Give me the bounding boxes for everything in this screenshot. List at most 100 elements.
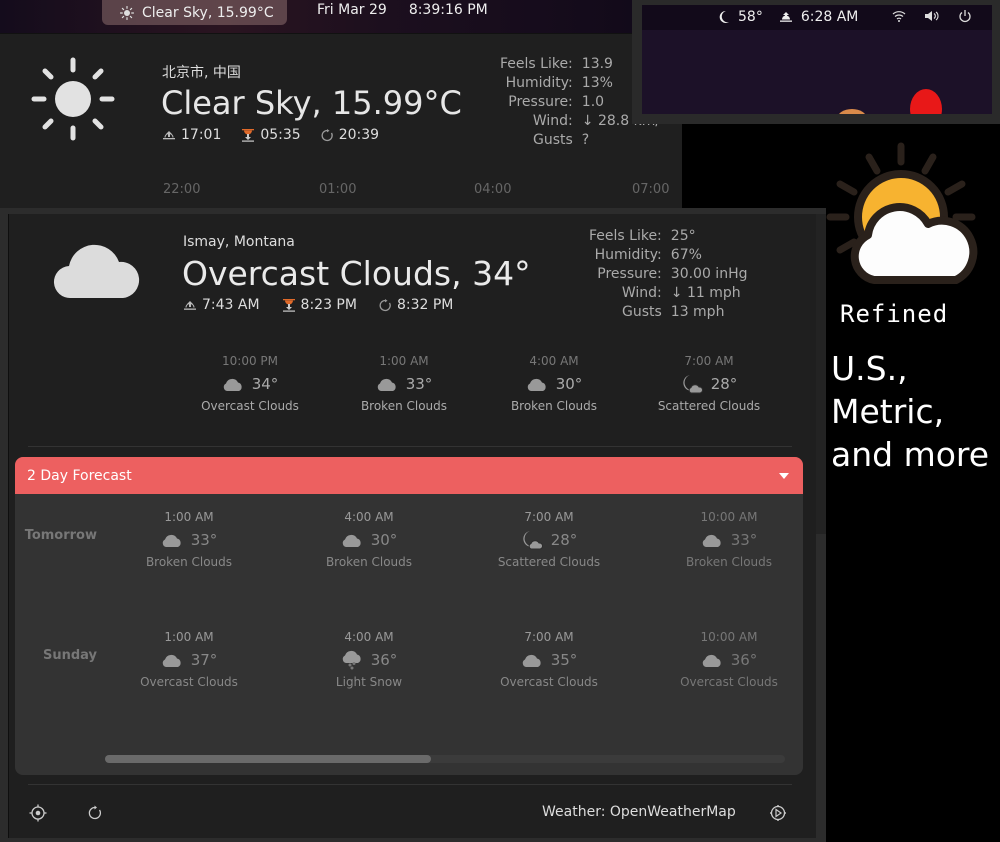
slot-time: 1:00 AM bbox=[164, 510, 214, 524]
slot-time: 7:00 AM bbox=[524, 510, 574, 524]
detail-label: Feels Like: bbox=[500, 56, 573, 72]
snow-cloud-icon bbox=[341, 650, 363, 670]
hourly-temp: 34° bbox=[251, 375, 279, 393]
slot-temp: 30° bbox=[370, 531, 398, 549]
cloud-icon bbox=[341, 532, 363, 548]
power-icon bbox=[959, 10, 971, 23]
top-panel: Clear Sky, 15.99°C Fri Mar 29 8:39:16 PM bbox=[0, 0, 640, 33]
detail-value: 13 mph bbox=[670, 304, 725, 320]
desktop-thumbnail: 58° 6:28 AM bbox=[632, 0, 1000, 124]
detail-value: 67% bbox=[670, 247, 702, 263]
moon-icon bbox=[719, 10, 729, 23]
panel-weather-indicator[interactable]: Clear Sky, 15.99°C bbox=[102, 0, 287, 25]
current-condition: Overcast Clouds, 34° bbox=[182, 254, 531, 293]
sunrise-time: 17:01 bbox=[181, 127, 222, 143]
forecast-slot: 4:00 AM 36° Light Snow bbox=[294, 630, 444, 689]
forecast-title: 2 Day Forecast bbox=[27, 467, 132, 484]
refresh-time-icon bbox=[379, 298, 391, 311]
detail-value: ↓ 11 mph bbox=[670, 285, 741, 301]
slot-temp: 33° bbox=[190, 531, 218, 549]
detail-label: Humidity: bbox=[505, 75, 573, 91]
hourly-time: 10:00 PM bbox=[222, 354, 278, 368]
refresh-icon[interactable] bbox=[86, 804, 104, 822]
slot-temp: 28° bbox=[550, 531, 578, 549]
hourly-desc: Broken Clouds bbox=[510, 399, 598, 413]
slot-time: 4:00 AM bbox=[344, 630, 394, 644]
overcast-clouds-icon bbox=[53, 244, 140, 299]
scrollbar-thumb[interactable] bbox=[105, 755, 432, 763]
sun-times-row: 7:43 AM 8:23 PM 8:32 PM bbox=[183, 297, 453, 313]
hourly-time: 4:00 AM bbox=[529, 354, 579, 368]
thumbnail-panel: 58° 6:28 AM bbox=[642, 5, 992, 30]
slot-desc: Broken Clouds bbox=[325, 555, 413, 569]
forecast-day-name: Tomorrow bbox=[24, 528, 97, 543]
hourly-item: 4:00 AM 30° Broken Clouds bbox=[489, 354, 619, 413]
slot-desc: Scattered Clouds bbox=[497, 555, 601, 569]
hour-label: 04:00 bbox=[474, 182, 512, 197]
forecast-slot: 7:00 AM 35° Overcast Clouds bbox=[474, 630, 624, 689]
locate-icon[interactable] bbox=[29, 804, 47, 822]
slot-time: 7:00 AM bbox=[524, 630, 574, 644]
cloud-icon bbox=[161, 532, 183, 548]
location-label: Ismay, Montana bbox=[183, 234, 295, 250]
sunset-time: 8:23 PM bbox=[300, 297, 357, 313]
thumbnail-temp: 58° bbox=[738, 9, 763, 25]
hourly-item: 10:00 PM 34° Overcast Clouds bbox=[185, 354, 315, 413]
cloud-icon bbox=[521, 652, 543, 668]
slot-temp: 33° bbox=[730, 531, 758, 549]
thumbnail-screen: 58° 6:28 AM bbox=[642, 5, 992, 114]
clear-sky-icon bbox=[31, 57, 115, 141]
forecast-day-row: Sunday 1:00 AM 37° Overcast Clouds 4:00 … bbox=[15, 630, 803, 700]
detail-label: Wind: bbox=[621, 285, 662, 301]
hour-label: 01:00 bbox=[319, 182, 357, 197]
detail-label: Pressure: bbox=[597, 266, 662, 282]
hourly-forecast: 10:00 PM 34° Overcast Clouds 1:00 AM 33°… bbox=[185, 354, 805, 424]
forecast-day-row: Tomorrow 1:00 AM 33° Broken Clouds 4:00 … bbox=[15, 510, 803, 580]
promo-title: Refined bbox=[840, 300, 949, 328]
volume-icon bbox=[925, 11, 939, 21]
forecast-section: 2 Day Forecast Tomorrow 1:00 AM 33° Brok… bbox=[15, 457, 803, 775]
chevron-down-icon[interactable] bbox=[779, 473, 789, 479]
sunrise-icon bbox=[184, 301, 196, 310]
thumbnail-sunrise: 6:28 AM bbox=[800, 9, 859, 25]
detail-label: Pressure: bbox=[508, 94, 573, 110]
detail-label: Gusts bbox=[532, 132, 573, 148]
thumbnail-status-icons bbox=[892, 9, 972, 23]
thumbnail-weather: 58° 6:28 AM bbox=[718, 9, 858, 25]
detail-label: Wind: bbox=[532, 113, 573, 129]
wallpaper-light-red bbox=[910, 89, 942, 114]
weather-popup: Ismay, Montana Overcast Clouds, 34° 7:43… bbox=[0, 208, 826, 842]
divider bbox=[28, 446, 792, 447]
hourly-item: 7:00 AM 28° Scattered Clouds bbox=[644, 354, 774, 413]
hourly-temp: 33° bbox=[405, 375, 433, 393]
forecast-slot: 1:00 AM 37° Overcast Clouds bbox=[114, 630, 264, 689]
slot-temp: 37° bbox=[190, 651, 218, 669]
sunrise-icon bbox=[779, 12, 792, 22]
slot-desc: Overcast Clouds bbox=[500, 675, 598, 689]
wifi-icon bbox=[892, 11, 906, 22]
forecast-horizontal-scrollbar[interactable] bbox=[105, 755, 785, 763]
slot-time: 10:00 AM bbox=[700, 630, 758, 644]
detail-value: 30.00 inHg bbox=[670, 266, 748, 282]
cloud-icon bbox=[701, 532, 723, 548]
forecast-slot: 10:00 AM 36° Overcast Clouds bbox=[654, 630, 803, 689]
forecast-slot: 7:00 AM 28° Scattered Clouds bbox=[474, 510, 624, 569]
forecast-header[interactable]: 2 Day Forecast bbox=[15, 457, 803, 494]
slot-temp: 36° bbox=[370, 651, 398, 669]
hour-label: 22:00 bbox=[163, 182, 201, 197]
clock-time: 8:39:16 PM bbox=[408, 2, 488, 18]
slot-desc: Overcast Clouds bbox=[680, 675, 778, 689]
promo-units-text: U.S., Metric, and more bbox=[831, 347, 989, 476]
sun-times-row: 17:01 05:35 20:39 bbox=[162, 127, 379, 143]
weather-popup-panel: Ismay, Montana Overcast Clouds, 34° 7:43… bbox=[8, 214, 816, 838]
settings-icon[interactable] bbox=[769, 804, 787, 822]
panel-clock[interactable]: Fri Mar 29 8:39:16 PM bbox=[317, 0, 488, 20]
moon-cloud-icon bbox=[681, 374, 703, 394]
current-condition: Clear Sky, 15.99°C bbox=[161, 84, 462, 122]
cloud-icon bbox=[526, 376, 548, 392]
sunset-icon bbox=[242, 129, 255, 142]
hourly-temp: 28° bbox=[710, 375, 738, 393]
forecast-slot: 10:00 AM 33° Broken Clouds bbox=[654, 510, 803, 569]
clock-date: Fri Mar 29 bbox=[317, 2, 387, 18]
provider-label[interactable]: Weather: OpenWeatherMap bbox=[542, 804, 736, 820]
